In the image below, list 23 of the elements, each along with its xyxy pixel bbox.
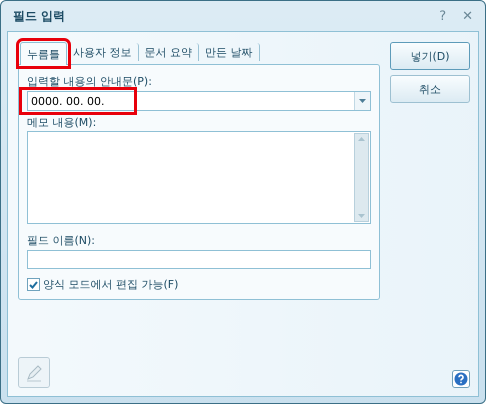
field-name-input[interactable] [27, 250, 371, 269]
field-label: 입력할 내용의 안내문(P): [27, 74, 152, 89]
checkbox-label: 양식 모드에서 편집 가능(F) [43, 277, 178, 292]
window-title: 필드 입력 [13, 8, 66, 24]
field-label: 메모 내용(M): [27, 115, 96, 130]
dropdown-button[interactable] [354, 92, 370, 110]
dialog-button[interactable]: 넣기(D) [390, 42, 470, 70]
tab[interactable]: 문서 요약 [138, 43, 199, 61]
pencil-icon [24, 362, 44, 382]
help-icon [454, 372, 468, 386]
dialog-button[interactable]: 취소 [390, 75, 470, 103]
memo-textarea[interactable] [27, 131, 371, 224]
scrollbar[interactable] [354, 133, 369, 222]
field-label: 필드 이름(N): [27, 233, 96, 248]
tab[interactable]: 만든 날짜 [199, 43, 260, 61]
prompt-combobox[interactable]: 0000. 00. 00. [27, 91, 371, 111]
pencil-button[interactable] [18, 357, 50, 388]
tab[interactable]: 사용자 정보 [67, 43, 138, 61]
scroll-up-icon [358, 137, 365, 141]
help-button[interactable] [452, 370, 470, 388]
caret-down-icon [359, 99, 366, 103]
scroll-down-icon [358, 214, 365, 218]
checkbox[interactable] [27, 278, 40, 291]
